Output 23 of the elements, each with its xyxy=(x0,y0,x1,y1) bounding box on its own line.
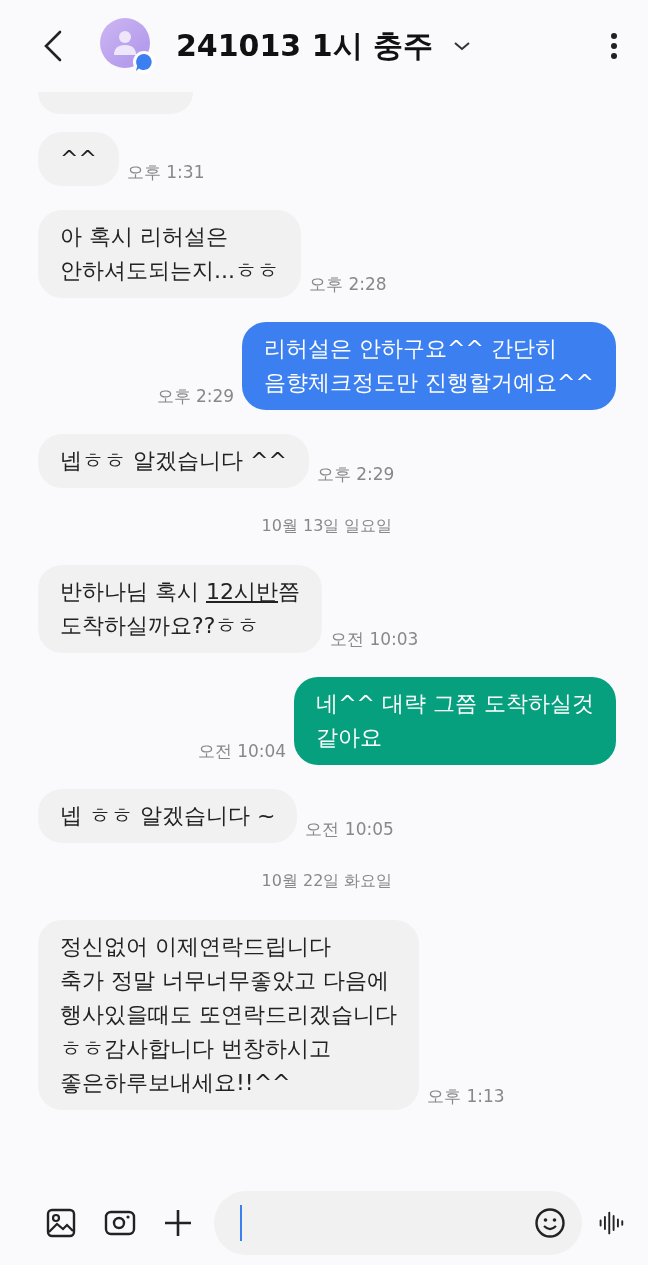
message-time: 오후 2:29 xyxy=(156,385,235,408)
message-bubble: 넵ㅎㅎ 알겠습니다 ^^ xyxy=(38,434,309,488)
date-divider: 10월 13일 일요일 xyxy=(261,516,393,537)
message-time: 오후 1:31 xyxy=(126,161,205,184)
message-time: 오전 10:04 xyxy=(197,740,287,763)
message-link[interactable]: 12시반 xyxy=(206,579,278,604)
chevron-down-icon[interactable] xyxy=(453,40,471,52)
message-bubble: 네^^ 대략 그쯤 도착하실것 같아요 xyxy=(294,677,616,765)
emoji-icon[interactable] xyxy=(534,1207,566,1239)
message-bubble: ^^ xyxy=(38,132,119,186)
message-time: 오후 2:28 xyxy=(309,273,387,296)
message-bubble: 정신없어 이제연락드립니다 축가 정말 너무너무좋았고 다음에 행사있을때도 또연락드리겠습니다 ㅎㅎ감사합니다 번창하시고 좋은하루보내세요!!^^ xyxy=(38,920,419,1110)
message-bubble: 아 혹시 리허설은 안하셔도되는지...ㅎㅎ xyxy=(38,210,301,298)
message-time: 오전 10:05 xyxy=(305,818,394,841)
message-time: 오후 2:29 xyxy=(316,463,395,486)
more-icon[interactable] xyxy=(610,32,618,60)
message-bubble: 리허설은 안하구요^^ 간단히 음향체크정도만 진행할거예요^^ xyxy=(242,322,616,410)
conversation-title: 241013 1시 충주 xyxy=(176,26,433,65)
message-bubble: 넵 ㅎㅎ 알겠습니다 ~ xyxy=(38,789,298,843)
message-time: 오전 10:03 xyxy=(330,628,419,651)
date-divider: 10월 22일 화요일 xyxy=(261,871,393,892)
message-time: 오후 1:13 xyxy=(427,1085,505,1108)
message-bubble: 반하나님 혹시 12시반쯤 도착하실까요??ㅎㅎ xyxy=(38,565,322,653)
